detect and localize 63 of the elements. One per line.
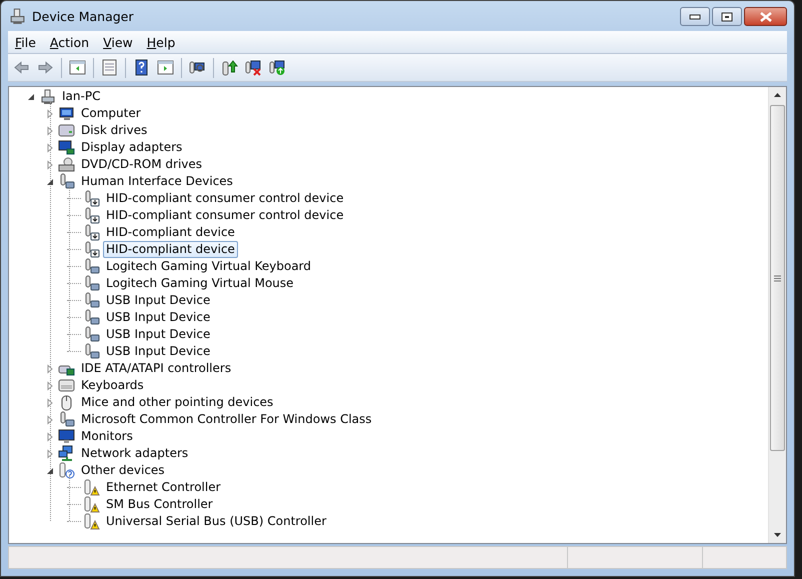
menu-item[interactable]: Help (140, 34, 182, 50)
tree-item[interactable]: HID-compliant device (103, 241, 238, 258)
device-icon (58, 122, 75, 139)
device-icon (39, 88, 56, 105)
tree-item[interactable]: Computer (78, 105, 144, 122)
tree-item[interactable]: Keyboards (78, 377, 147, 394)
device-icon (58, 173, 75, 190)
menu-item[interactable]: View (96, 34, 140, 50)
device-icon (58, 411, 75, 428)
maximize-button[interactable] (712, 7, 742, 26)
device-icon (83, 275, 100, 292)
tree-item[interactable]: IDE ATA/ATAPI controllers (78, 360, 234, 377)
tree-item[interactable]: Other devices (78, 462, 168, 479)
tree-item[interactable]: DVD/CD-ROM drives (78, 156, 206, 173)
window-title: Device Manager (32, 8, 134, 24)
minimize-button[interactable] (680, 7, 710, 26)
device-icon (83, 224, 100, 241)
device-icon (58, 139, 75, 156)
tree-item[interactable]: USB Input Device (103, 309, 214, 326)
device-manager-icon (8, 7, 26, 25)
device-icon (83, 309, 100, 326)
device-icon (83, 241, 100, 258)
tree-item[interactable]: Network adapters (78, 445, 192, 462)
tree-item[interactable]: HID-compliant consumer control device (103, 190, 347, 207)
device-icon (58, 156, 75, 173)
tree-item[interactable]: USB Input Device (103, 292, 214, 309)
tree-item[interactable]: Disk drives (78, 122, 150, 139)
warning-device-icon (83, 513, 100, 530)
device-icon (58, 428, 75, 445)
tree-item[interactable]: Logitech Gaming Virtual Keyboard (103, 258, 314, 275)
warning-device-icon (83, 496, 100, 513)
device-icon (58, 462, 75, 479)
tree-item[interactable]: USB Input Device (103, 343, 214, 360)
tree-item[interactable]: Universal Serial Bus (USB) Controller (103, 513, 330, 530)
device-icon (58, 105, 75, 122)
tree-item[interactable]: Microsoft Common Controller For Windows Class (78, 411, 375, 428)
tree-item[interactable]: Human Interface Devices (78, 173, 236, 190)
tree-item[interactable]: HID-compliant consumer control device (103, 207, 347, 224)
tree-item[interactable]: Ian-PC (59, 88, 104, 105)
tree-item[interactable]: SM Bus Controller (103, 496, 216, 513)
tree-item[interactable]: HID-compliant device (103, 224, 238, 241)
maximize-icon (721, 12, 733, 22)
tree-item[interactable]: Display adapters (78, 139, 186, 156)
device-icon (58, 377, 75, 394)
device-icon (83, 190, 100, 207)
minimize-icon (689, 14, 701, 20)
close-button[interactable] (744, 7, 787, 26)
menu-item[interactable]: File (8, 34, 43, 50)
close-icon (758, 12, 772, 22)
tree-item[interactable]: Monitors (78, 428, 136, 445)
tree-item[interactable]: Ethernet Controller (103, 479, 224, 496)
menu-item[interactable]: Action (42, 34, 96, 50)
tree-item[interactable]: Mice and other pointing devices (78, 394, 276, 411)
tree-item[interactable]: USB Input Device (103, 326, 214, 343)
device-icon (83, 326, 100, 343)
device-icon (83, 207, 100, 224)
device-icon (58, 445, 75, 462)
warning-device-icon (83, 479, 100, 496)
device-icon (83, 292, 100, 309)
scrollbar-thumb[interactable] (770, 105, 785, 451)
tree-item[interactable]: Logitech Gaming Virtual Mouse (103, 275, 297, 292)
device-icon (83, 258, 100, 275)
device-icon (83, 343, 100, 360)
